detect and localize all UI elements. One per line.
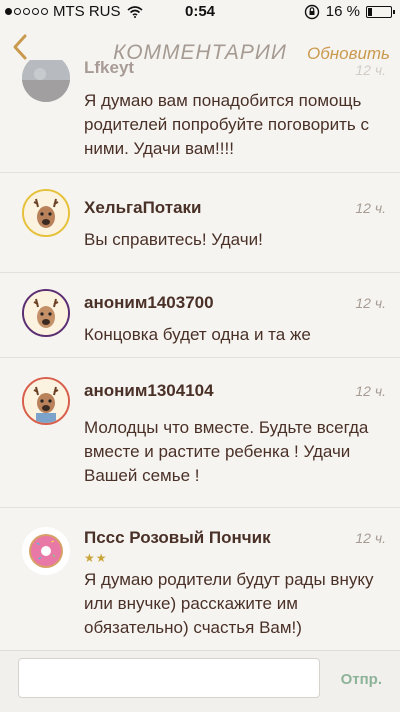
lock-rotation-icon (304, 4, 319, 19)
comment-text: Я думаю родители будут рады внуку или вн… (84, 570, 374, 637)
comment-author[interactable]: Пссс Розовый Пончик (84, 528, 271, 548)
comment-text: Молодцы что вместе. Будьте всегда вместе… (84, 418, 369, 485)
comment-input[interactable] (18, 658, 320, 698)
deer-avatar[interactable] (22, 289, 70, 337)
comment-author[interactable]: Lfkeyt (84, 60, 134, 78)
comment-time: 12 ч. (355, 62, 386, 78)
comment-text: Вы справитесь! Удачи! (84, 230, 263, 249)
comment-author[interactable]: ХельгаПотаки (84, 198, 202, 218)
battery-icon (366, 5, 395, 18)
comment-text: Я думаю вам понадобится помощь родителей… (84, 91, 369, 158)
deer-avatar[interactable] (22, 189, 70, 237)
comment-time: 12 ч. (355, 383, 386, 399)
photo-avatar[interactable] (22, 60, 70, 102)
status-bar: MTS RUS 0:54 16 % (0, 0, 400, 24)
comment-item: аноним1403700 12 ч. Концовка будет одна … (0, 272, 400, 358)
comment-item: аноним1304104 12 ч. Молодцы что вместе. … (0, 357, 400, 508)
comment-list[interactable]: Lfkeyt 12 ч. Я думаю вам понадобится пом… (0, 60, 400, 650)
comment-time: 12 ч. (355, 200, 386, 216)
comment-author[interactable]: аноним1304104 (84, 381, 214, 401)
comment-author[interactable]: аноним1403700 (84, 293, 214, 313)
send-button[interactable]: Отпр. (341, 671, 382, 688)
comment-time: 12 ч. (355, 530, 386, 546)
comment-item: Пссс Розовый Пончик 12 ч. ★★ Я думаю род… (0, 507, 400, 650)
comment-item: Lfkeyt 12 ч. Я думаю вам понадобится пом… (0, 60, 400, 173)
donut-avatar[interactable] (22, 527, 70, 575)
comment-time: 12 ч. (355, 295, 386, 311)
comment-composer: Отпр. (0, 650, 400, 712)
comment-text: Концовка будет одна и та же (84, 325, 311, 344)
deer-avatar[interactable] (22, 377, 70, 425)
comment-item: ХельгаПотаки 12 ч. Вы справитесь! Удачи! (0, 172, 400, 273)
battery-percentage: 16 % (325, 3, 360, 20)
status-right: 16 % (304, 3, 395, 20)
rating-stars: ★★ (84, 551, 108, 565)
